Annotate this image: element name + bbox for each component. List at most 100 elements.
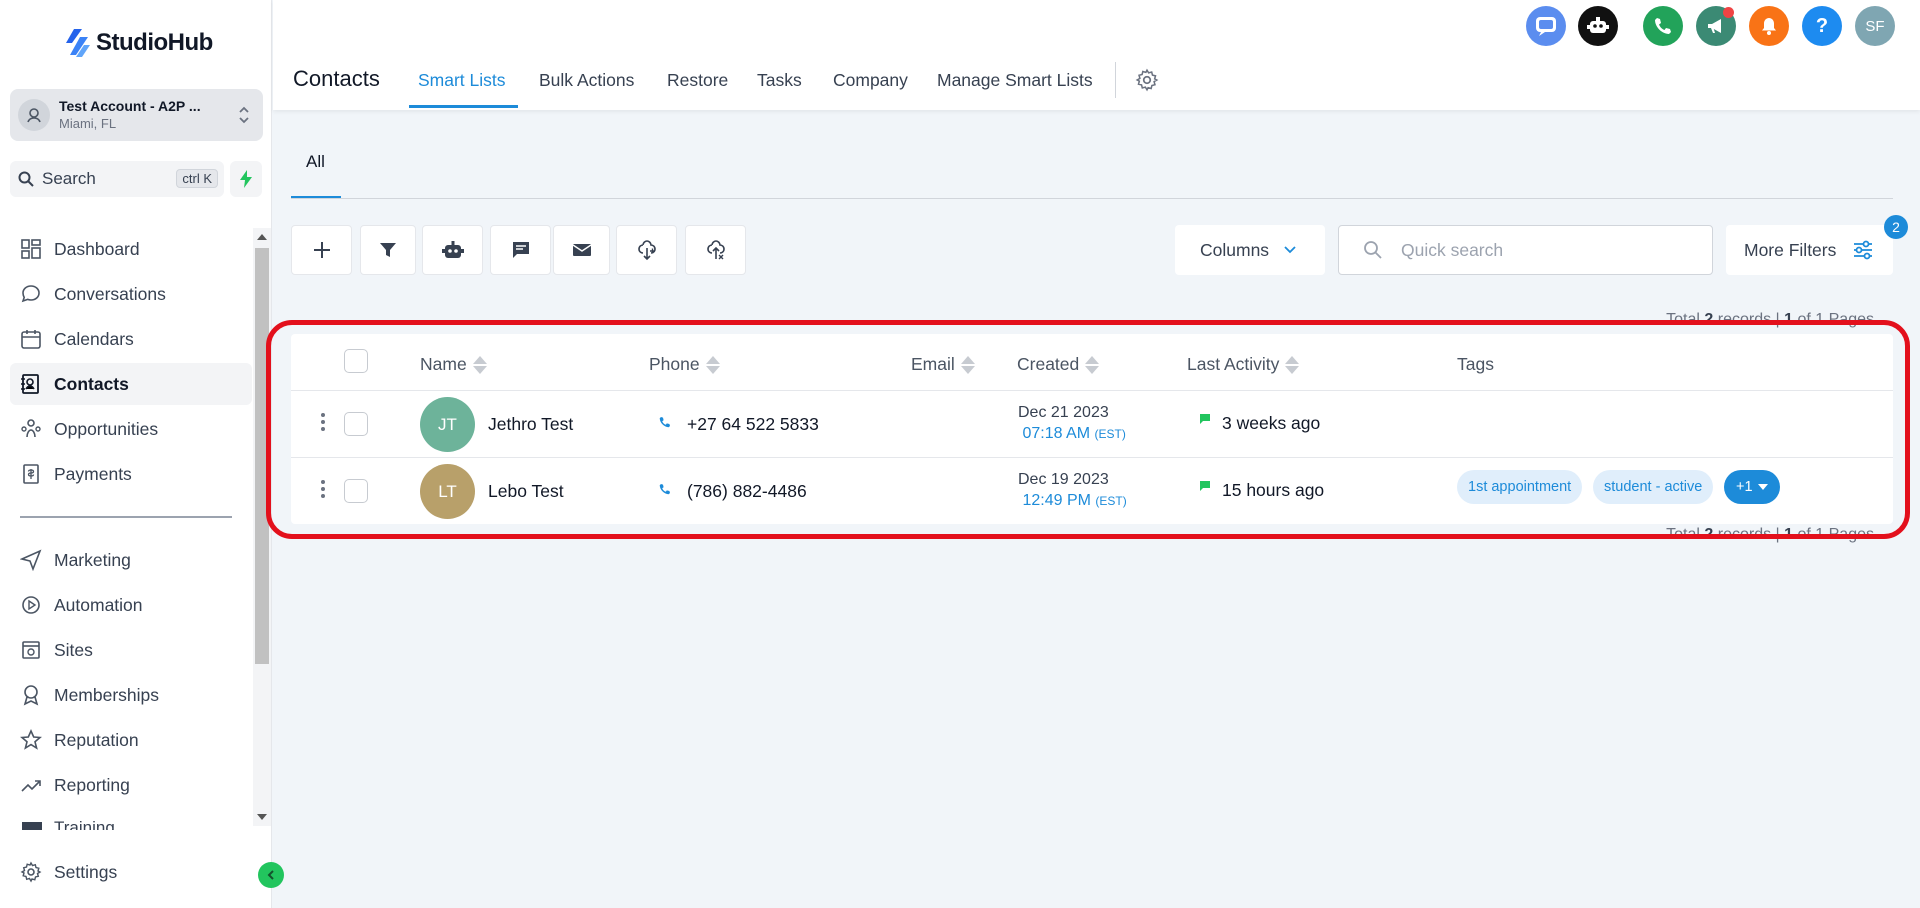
sidebar-item-contacts[interactable]: Contacts — [10, 363, 252, 405]
trend-icon — [21, 780, 41, 792]
more-tags-button[interactable]: +1 — [1724, 470, 1780, 504]
created-date: Dec 19 2023 — [1018, 471, 1109, 488]
sidebar-item-label: Reporting — [54, 774, 130, 795]
collapse-sidebar-button[interactable] — [258, 862, 284, 888]
header-divider — [1115, 62, 1116, 98]
column-header-label: Phone — [649, 354, 700, 374]
row-checkbox[interactable] — [344, 479, 368, 503]
bell-icon — [1762, 18, 1776, 35]
sidebar-item-settings[interactable]: Settings — [10, 851, 252, 893]
more-filters-label: More Filters — [1744, 239, 1837, 260]
active-tab-indicator — [409, 105, 518, 108]
column-header-email[interactable]: Email — [911, 354, 975, 375]
sidebar-item-label: Conversations — [54, 283, 166, 304]
quick-search-input[interactable] — [1401, 239, 1701, 261]
row-divider — [291, 457, 1893, 458]
contact-avatar[interactable]: JT — [420, 397, 475, 452]
records-page: 1 — [1784, 311, 1794, 328]
tag-chip[interactable]: 1st appointment — [1457, 470, 1583, 504]
column-header-last-activity[interactable]: Last Activity — [1187, 354, 1300, 375]
sidebar-item-reporting[interactable]: Reporting — [10, 764, 252, 806]
tab-all[interactable]: All — [306, 152, 325, 172]
contact-phone[interactable]: +27 64 522 5833 — [687, 414, 819, 435]
sidebar-item-reputation[interactable]: Reputation — [10, 719, 252, 761]
select-all-checkbox[interactable] — [344, 349, 368, 373]
settings-gear-icon[interactable] — [1135, 68, 1159, 92]
column-header-tags: Tags — [1457, 354, 1494, 375]
notifications-button[interactable] — [1749, 6, 1789, 46]
contact-name[interactable]: Lebo Test — [488, 481, 564, 502]
phone-icon[interactable] — [658, 416, 672, 430]
sidebar-item-memberships[interactable]: Memberships — [10, 674, 252, 716]
logo-icon — [66, 29, 90, 57]
send-email-button[interactable] — [553, 225, 610, 275]
megaphone-icon — [1708, 19, 1721, 33]
account-switcher[interactable]: Test Account - A2P ... Miami, FL — [10, 89, 263, 141]
user-avatar[interactable]: SF — [1855, 6, 1895, 46]
add-contact-button[interactable] — [291, 225, 352, 275]
sidebar-item-opportunities[interactable]: Opportunities — [10, 408, 252, 450]
row-menu-icon[interactable] — [321, 480, 325, 498]
sidebar-item-sites[interactable]: Sites — [10, 629, 252, 671]
tab-smart-lists[interactable]: Smart Lists — [418, 70, 506, 91]
records-middle: records | — [1713, 311, 1785, 328]
import-contacts-button[interactable] — [616, 225, 677, 275]
phone-icon[interactable] — [658, 483, 672, 497]
more-filters-button[interactable]: More Filters — [1726, 225, 1893, 275]
export-contacts-button[interactable] — [685, 225, 746, 275]
tab-tasks[interactable]: Tasks — [757, 70, 802, 91]
tab-company[interactable]: Company — [833, 70, 908, 91]
lightning-icon — [240, 170, 252, 188]
help-icon: ? — [1815, 14, 1829, 37]
add-to-workflow-button[interactable] — [422, 225, 483, 275]
column-header-phone[interactable]: Phone — [649, 354, 720, 375]
sidebar-item-dashboard[interactable]: Dashboard — [10, 228, 252, 270]
row-checkbox[interactable] — [344, 412, 368, 436]
sidebar-item-marketing[interactable]: Marketing — [10, 539, 252, 581]
contact-name[interactable]: Jethro Test — [488, 414, 573, 435]
chat-widget-button[interactable] — [1526, 6, 1566, 46]
row-menu-icon[interactable] — [321, 413, 325, 431]
sidebar-item-training-partial[interactable]: Training — [22, 820, 252, 830]
scroll-up-arrow-icon[interactable] — [257, 234, 267, 240]
sidebar-item-payments[interactable]: Payments — [10, 453, 252, 495]
logo-text: StudioHub — [96, 29, 213, 56]
column-header-created[interactable]: Created — [1017, 354, 1100, 375]
sidebar-search[interactable]: Search ctrl K — [10, 161, 224, 197]
phone-button[interactable] — [1643, 6, 1683, 46]
sidebar-item-label: Marketing — [54, 549, 131, 570]
chevron-down-icon — [1284, 246, 1296, 254]
message-icon — [512, 242, 529, 258]
tag-chip[interactable]: student - active — [1593, 470, 1714, 504]
columns-dropdown[interactable]: Columns — [1175, 225, 1325, 275]
scroll-down-arrow-icon[interactable] — [257, 814, 267, 820]
sidebar-item-calendars[interactable]: Calendars — [10, 318, 252, 360]
sidebar-scrollbar[interactable] — [253, 228, 271, 826]
column-header-name[interactable]: Name — [420, 354, 487, 375]
brand-logo[interactable]: StudioHub — [64, 26, 213, 60]
contact-phone[interactable]: (786) 882-4486 — [687, 481, 807, 502]
filter-button[interactable] — [360, 225, 416, 275]
help-button[interactable]: ? — [1802, 6, 1842, 46]
last-activity: 3 weeks ago — [1222, 413, 1321, 433]
filter-icon — [380, 243, 396, 257]
tab-restore[interactable]: Restore — [667, 70, 728, 91]
contact-avatar[interactable]: LT — [420, 464, 475, 519]
page-title: Contacts — [293, 66, 380, 91]
sidebar-item-automation[interactable]: Automation — [10, 584, 252, 626]
scroll-thumb[interactable] — [255, 248, 269, 664]
send-sms-button[interactable] — [490, 225, 551, 275]
sidebar-divider — [20, 516, 232, 518]
caret-down-icon — [1757, 484, 1768, 490]
tab-bulk-actions[interactable]: Bulk Actions — [539, 70, 634, 91]
announcements-button[interactable] — [1696, 6, 1736, 46]
quick-search-field[interactable] — [1338, 225, 1713, 275]
sidebar-item-conversations[interactable]: Conversations — [10, 273, 252, 315]
records-summary-bottom: Total 2 records | 1 of 1 Pages — [1666, 526, 1874, 544]
quick-actions-button[interactable] — [230, 161, 262, 197]
sidebar-item-label: Settings — [54, 861, 118, 882]
ai-assistant-button[interactable] — [1578, 6, 1618, 46]
tab-manage-smart-lists[interactable]: Manage Smart Lists — [937, 70, 1093, 91]
gear-icon — [20, 861, 42, 883]
columns-label: Columns — [1200, 239, 1270, 260]
